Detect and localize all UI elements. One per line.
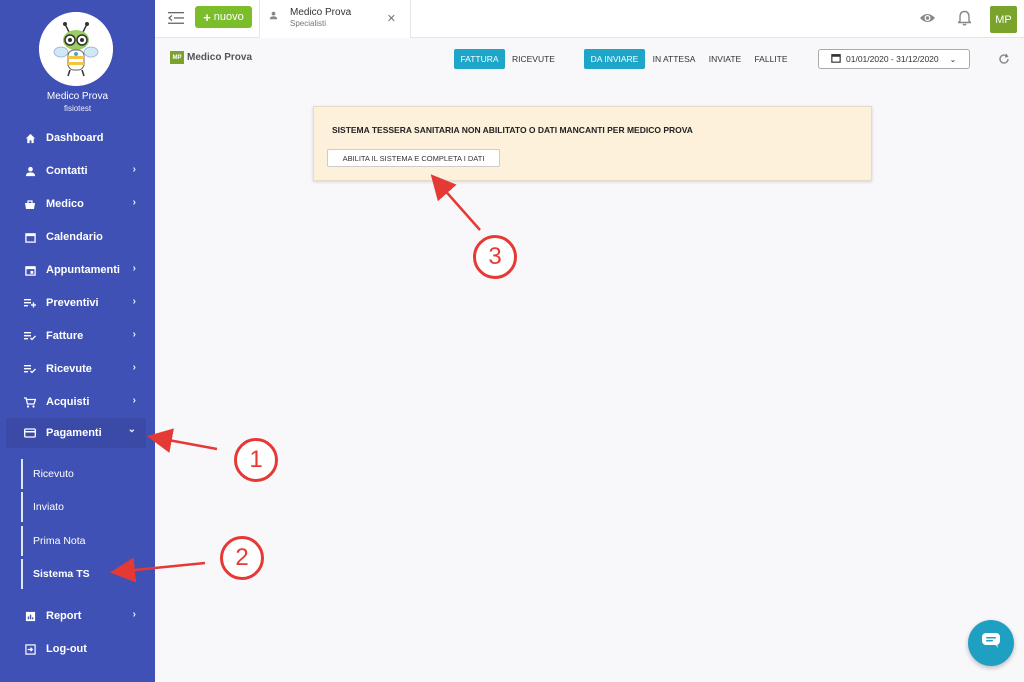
subitem-inviato[interactable]: Inviato: [21, 492, 146, 522]
annotation-number-2: 2: [220, 536, 264, 580]
sidebar-item-label: Fatture: [46, 330, 84, 342]
sidebar-item-label: Preventivi: [46, 297, 99, 309]
sidebar-item-label: Ricevute: [46, 363, 92, 375]
chevron-right-icon: ›: [132, 609, 136, 620]
subitem-sistema-ts[interactable]: Sistema TS: [21, 559, 146, 589]
new-button-label: nuovo: [213, 11, 244, 23]
subitem-label: Inviato: [33, 501, 64, 513]
brand: MP Medico Prova: [170, 51, 252, 64]
ts-warning-alert: SISTEMA TESSERA SANITARIA NON ABILITATO …: [313, 106, 872, 181]
calendar-event-icon: [23, 263, 37, 277]
calendar-icon: [23, 230, 37, 244]
list-check-icon: [23, 329, 37, 343]
subitem-label: Ricevuto: [33, 468, 74, 480]
toggle-inviate[interactable]: INVIATE: [704, 49, 746, 69]
subitem-ricevuto[interactable]: Ricevuto: [21, 459, 146, 489]
sidebar-item-label: Log-out: [46, 643, 87, 655]
list-check-icon: [23, 362, 37, 376]
close-icon[interactable]: ✕: [387, 12, 396, 25]
sidebar-item-label: Appuntamenti: [46, 264, 120, 276]
subitem-label: Sistema TS: [33, 568, 90, 580]
sidebar-item-calendario[interactable]: Calendario: [6, 222, 146, 252]
chevron-right-icon: ›: [132, 395, 136, 406]
date-range-value: 01/01/2020 - 31/12/2020: [846, 54, 939, 64]
toggle-in-attesa[interactable]: IN ATTESA: [648, 49, 700, 69]
brand-badge: MP: [170, 51, 184, 64]
chart-icon: [23, 609, 37, 623]
chevron-right-icon: ›: [132, 362, 136, 373]
new-button[interactable]: + nuovo: [195, 6, 252, 28]
cart-icon: [23, 395, 37, 409]
alert-message: SISTEMA TESSERA SANITARIA NON ABILITATO …: [332, 125, 693, 135]
person-icon: [23, 164, 37, 178]
tab-title: Medico Prova: [290, 7, 352, 18]
sidebar-item-label: Pagamenti: [46, 427, 102, 439]
sidebar-item-label: Acquisti: [46, 396, 90, 408]
user-avatar-initials[interactable]: MP: [990, 6, 1017, 33]
home-icon: [23, 131, 37, 145]
toggle-fattura[interactable]: FATTURA: [454, 49, 505, 69]
sidebar-item-label: Calendario: [46, 231, 103, 243]
sidebar-item-preventivi[interactable]: Preventivi ›: [6, 288, 146, 318]
sidebar-item-label: Contatti: [46, 165, 88, 177]
user-subtitle: fisiotest: [63, 104, 92, 113]
chat-button[interactable]: [968, 620, 1014, 666]
chevron-right-icon: ›: [132, 197, 136, 208]
plus-icon: +: [203, 9, 211, 25]
sidebar-item-medico[interactable]: Medico ›: [6, 189, 146, 219]
chat-icon: [981, 632, 1001, 654]
top-bar: + nuovo Medico Prova Specialisti ✕ MP: [155, 0, 1024, 38]
eye-icon[interactable]: [919, 11, 936, 29]
chevron-down-icon: ⌄: [949, 54, 957, 64]
subitem-label: Prima Nota: [33, 535, 86, 547]
toggle-da-inviare[interactable]: DA INVIARE: [584, 49, 645, 69]
enable-system-button[interactable]: ABILITA IL SISTEMA E COMPLETA I DATI: [327, 149, 500, 167]
sidebar-item-report[interactable]: Report ›: [6, 601, 146, 631]
bell-icon[interactable]: [956, 10, 973, 31]
subitem-prima-nota[interactable]: Prima Nota: [21, 526, 146, 556]
sidebar-item-acquisti[interactable]: Acquisti ›: [6, 387, 146, 417]
chevron-right-icon: ›: [132, 263, 136, 274]
sidebar-item-appuntamenti[interactable]: Appuntamenti ›: [6, 255, 146, 285]
annotation-number-1: 1: [234, 438, 278, 482]
sidebar-item-label: Report: [46, 610, 82, 622]
medical-bag-icon: [23, 197, 37, 211]
brand-name: Medico Prova: [187, 52, 253, 63]
sidebar: Medico Prova fisiotest Dashboard Contatt…: [0, 0, 155, 682]
logout-icon: [23, 642, 37, 656]
sidebar-item-logout[interactable]: Log-out: [6, 634, 146, 664]
user-avatar[interactable]: [39, 12, 113, 86]
tab-subtitle: Specialisti: [290, 19, 327, 28]
calendar-icon: [831, 53, 841, 65]
chevron-right-icon: ›: [132, 164, 136, 175]
credit-card-icon: [23, 426, 37, 440]
sidebar-item-contatti[interactable]: Contatti ›: [6, 156, 146, 186]
chevron-right-icon: ›: [132, 296, 136, 307]
refresh-icon[interactable]: [998, 52, 1010, 70]
sidebar-item-pagamenti[interactable]: Pagamenti ⌄: [6, 418, 146, 448]
menu-collapse-icon[interactable]: [168, 11, 184, 25]
date-range-picker[interactable]: 01/01/2020 - 31/12/2020 ⌄: [818, 49, 970, 69]
chevron-down-icon: ⌄: [127, 424, 136, 435]
open-tab[interactable]: Medico Prova Specialisti ✕: [259, 0, 411, 38]
person-icon: [269, 11, 278, 22]
list-add-icon: [23, 296, 37, 310]
sidebar-item-label: Medico: [46, 198, 84, 210]
chevron-right-icon: ›: [132, 329, 136, 340]
annotation-number-3: 3: [473, 235, 517, 279]
sidebar-item-label: Dashboard: [46, 132, 104, 144]
toggle-ricevute[interactable]: RICEVUTE: [507, 49, 560, 69]
sidebar-item-dashboard[interactable]: Dashboard: [6, 123, 146, 153]
toggle-fallite[interactable]: FALLITE: [750, 49, 792, 69]
sidebar-item-ricevute[interactable]: Ricevute ›: [6, 354, 146, 384]
user-name: Medico Prova: [46, 91, 109, 102]
sidebar-item-fatture[interactable]: Fatture ›: [6, 321, 146, 351]
bee-mascot-icon: [39, 12, 113, 86]
